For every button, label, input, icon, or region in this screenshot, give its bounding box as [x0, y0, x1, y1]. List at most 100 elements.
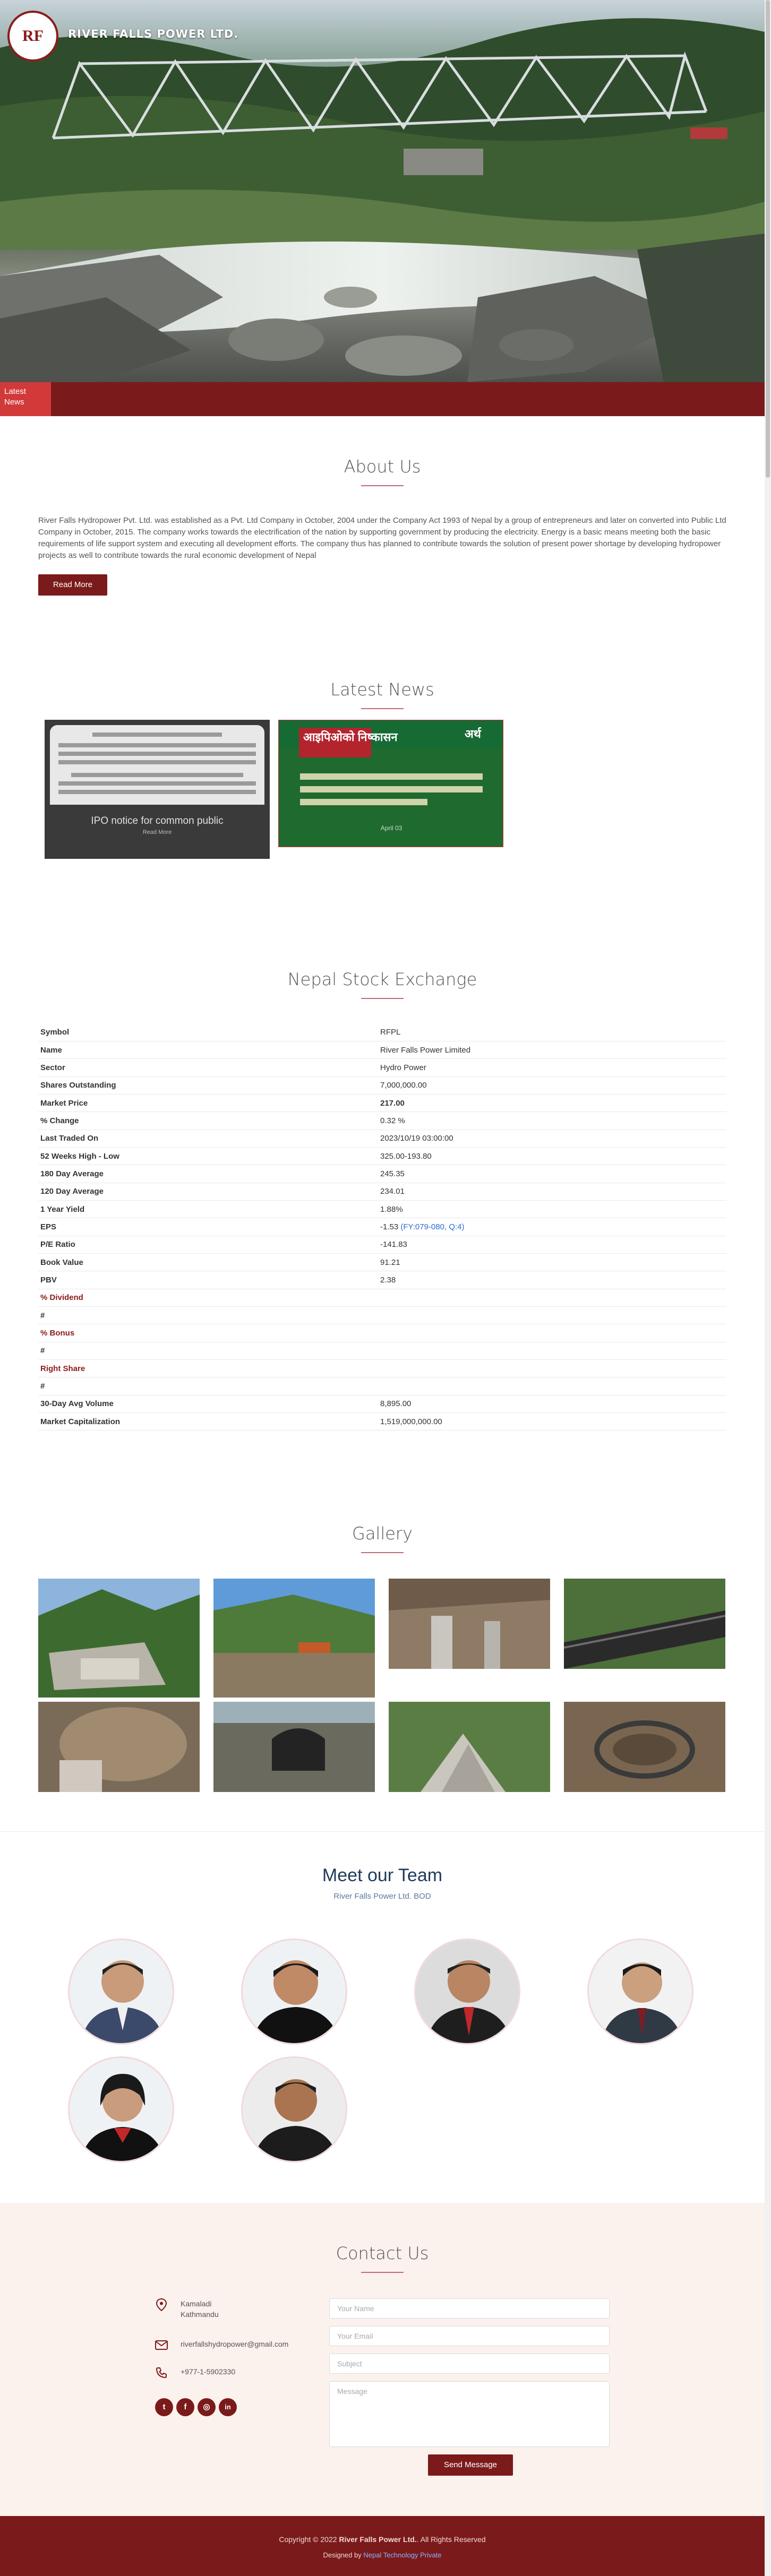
nepse-row-value: [378, 1324, 726, 1342]
company-logo[interactable]: RF: [7, 11, 58, 62]
gallery-title-underline: [361, 1552, 404, 1553]
about-title-underline: [361, 485, 404, 486]
nepse-row: Market Price 217.00: [38, 1094, 726, 1113]
nepse-row-label: Shares Outstanding: [38, 1076, 378, 1095]
nepse-row-label: % Dividend: [38, 1289, 378, 1307]
gallery-image[interactable]: [213, 1579, 375, 1698]
nepse-value-text: 7,000,000.00: [380, 1081, 427, 1090]
nepse-row-label: P/E Ratio: [38, 1236, 378, 1254]
copyright-prefix: Copyright © 2022: [279, 2535, 337, 2544]
copyright-brand[interactable]: River Falls Power Ltd.: [339, 2535, 416, 2544]
nepse-row-value: [378, 1306, 726, 1325]
gallery-image[interactable]: [389, 1579, 550, 1669]
news-card-artha[interactable]: आइपिओको निष्कासन अर्थ April 03: [278, 720, 503, 847]
nepse-row: 180 Day Average 245.35: [38, 1165, 726, 1183]
nepse-value-text: 245.35: [380, 1169, 405, 1178]
nepse-row: Symbol RFPL: [38, 1023, 726, 1041]
team-member-avatar[interactable]: [68, 1939, 174, 2045]
twitter-icon[interactable]: t: [155, 2398, 173, 2416]
news-read-more-link[interactable]: Read More: [45, 829, 270, 835]
read-more-button[interactable]: Read More: [38, 574, 107, 596]
nepse-row-label: 120 Day Average: [38, 1183, 378, 1201]
team-member-avatar[interactable]: [241, 2056, 347, 2163]
nepse-row: 52 Weeks High - Low 325.00-193.80: [38, 1147, 726, 1166]
nepse-row-value: 7,000,000.00: [378, 1076, 726, 1095]
nepse-row: #: [38, 1377, 726, 1395]
team-member-avatar[interactable]: [241, 1939, 347, 2045]
email-link[interactable]: riverfallshydropower@gmail.com: [181, 2339, 288, 2349]
copyright-suffix: All Rights Reserved: [420, 2535, 486, 2544]
nepse-row-label: Book Value: [38, 1253, 378, 1272]
ticker-label-line-2: News: [4, 398, 24, 407]
news-card-ipo[interactable]: IPO notice for common public Read More: [45, 720, 270, 859]
gallery-image[interactable]: [564, 1702, 725, 1792]
nepse-row-label: Name: [38, 1041, 378, 1059]
nepse-value-text: 325.00-193.80: [380, 1151, 432, 1161]
nepse-row-label: Market Capitalization: [38, 1412, 378, 1431]
designer-link[interactable]: Nepal Technology Private: [363, 2551, 441, 2559]
facebook-icon[interactable]: f: [176, 2398, 194, 2416]
nepse-row-label: % Change: [38, 1112, 378, 1130]
linkedin-icon[interactable]: in: [219, 2398, 237, 2416]
nepse-value-text: 2.38: [380, 1275, 396, 1285]
team-member-avatar[interactable]: [587, 1939, 693, 2045]
contact-email: riverfallshydropower@gmail.com: [155, 2339, 288, 2351]
nepse-row-value: -141.83: [378, 1236, 726, 1254]
eps-period-link[interactable]: (FY:079-080, Q:4): [400, 1222, 464, 1231]
contact-address: Kamaladi Kathmandu: [155, 2298, 219, 2320]
send-message-button[interactable]: Send Message: [428, 2454, 513, 2476]
nepse-row: Sector Hydro Power: [38, 1058, 726, 1077]
ticker-label: Latest News: [0, 382, 51, 416]
nepse-row-value: River Falls Power Limited: [378, 1041, 726, 1059]
phone-link[interactable]: +977-1-5902330: [181, 2366, 235, 2377]
news-source-logo: अर्थ: [465, 727, 481, 740]
nepse-row-value: [378, 1289, 726, 1307]
nepse-row-value: [378, 1359, 726, 1378]
nepse-title: Nepal Stock Exchange: [287, 969, 477, 989]
nepse-row: Right Share: [38, 1359, 726, 1378]
nepse-title-underline: [361, 998, 404, 999]
nepse-row-label: #: [38, 1377, 378, 1395]
name-input[interactable]: [329, 2298, 610, 2319]
nepse-row: Name River Falls Power Limited: [38, 1041, 726, 1059]
nepse-table: Symbol RFPL Name River Falls Power Limited S…: [38, 1023, 726, 1431]
address-line-1: Kamaladi: [181, 2299, 212, 2308]
news-caption: IPO notice for common public: [91, 815, 224, 826]
gallery-image[interactable]: [389, 1702, 550, 1792]
site-brand-name[interactable]: RIVER FALLS POWER LTD.: [68, 28, 238, 40]
nepse-row-value: 234.01: [378, 1183, 726, 1201]
news-title: Latest News: [330, 679, 434, 700]
team-member-avatar[interactable]: [68, 2056, 174, 2163]
scrollbar-thumb[interactable]: [766, 0, 770, 478]
nepse-row-label: Last Traded On: [38, 1130, 378, 1148]
nepse-row-label: Sector: [38, 1058, 378, 1077]
news-date: April 03: [380, 824, 402, 832]
nepse-row-value: 217.00: [378, 1094, 726, 1113]
nepse-value-text: RFPL: [380, 1027, 401, 1037]
instagram-icon[interactable]: ◎: [198, 2398, 216, 2416]
nepse-row: P/E Ratio -141.83: [38, 1236, 726, 1254]
envelope-icon: [155, 2339, 168, 2351]
nepse-row: 1 Year Yield 1.88%: [38, 1200, 726, 1219]
subject-input[interactable]: [329, 2354, 610, 2374]
about-text: River Falls Hydropower Pvt. Ltd. was est…: [38, 516, 726, 560]
nepse-row-label: 1 Year Yield: [38, 1200, 378, 1219]
nepse-row-label: Symbol: [38, 1023, 378, 1041]
nepse-row-label: % Bonus: [38, 1324, 378, 1342]
news-image-headline: आइपिओको निष्कासन: [303, 730, 398, 744]
address-line-2: Kathmandu: [181, 2310, 219, 2319]
nepse-row: EPS -1.53 (FY:079-080, Q:4): [38, 1218, 726, 1236]
gallery-image[interactable]: [38, 1702, 200, 1792]
email-input[interactable]: [329, 2326, 610, 2346]
nepse-row-value: 245.35: [378, 1165, 726, 1183]
nepse-row: Market Capitalization 1,519,000,000.00: [38, 1412, 726, 1431]
nepse-row: % Bonus: [38, 1324, 726, 1342]
nepse-value-text: River Falls Power Limited: [380, 1045, 471, 1055]
gallery-image[interactable]: [38, 1579, 200, 1698]
team-member-avatar[interactable]: [414, 1939, 520, 2045]
message-input[interactable]: [329, 2381, 610, 2447]
about-title: About Us: [344, 456, 421, 477]
nepse-row: Book Value 91.21: [38, 1253, 726, 1272]
gallery-image[interactable]: [564, 1579, 725, 1669]
gallery-image[interactable]: [213, 1702, 375, 1792]
